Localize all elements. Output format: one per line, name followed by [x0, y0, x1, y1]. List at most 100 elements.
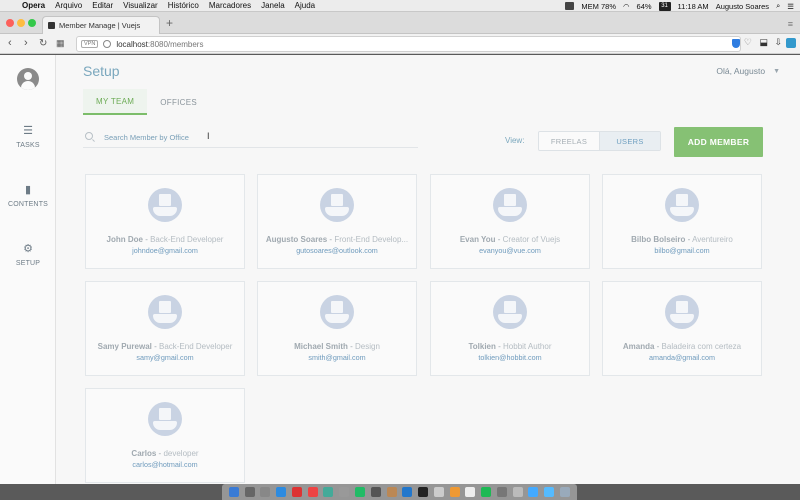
folder-icon[interactable] [544, 487, 555, 497]
battery-percent[interactable]: 64% [637, 2, 652, 11]
mac-menubar: Opera Arquivo Editar Visualizar Históric… [0, 0, 800, 12]
member-card[interactable]: Evan You - Creator of Vuejs evanyou@vue.… [430, 174, 590, 269]
forward-icon[interactable]: › [24, 37, 28, 50]
member-name: Samy Purewal [97, 342, 152, 351]
member-card[interactable]: Samy Purewal - Back-End Developer samy@g… [85, 281, 245, 376]
menu-visualizar[interactable]: Visualizar [123, 1, 158, 10]
member-email[interactable]: amanda@gmail.com [603, 353, 761, 362]
member-role: Hobbit Author [503, 342, 552, 351]
member-email[interactable]: gutosoares@outlook.com [258, 246, 416, 255]
app-icon[interactable] [433, 487, 444, 497]
tab-offices[interactable]: OFFICES [147, 89, 210, 115]
view-option-users[interactable]: USERS [599, 132, 660, 150]
app-icon[interactable] [323, 487, 334, 497]
mem-indicator[interactable]: MEM 78% [581, 2, 616, 11]
sidebar-item-setup[interactable]: ⚙ SETUP [0, 243, 56, 267]
menu-app-name[interactable]: Opera [22, 1, 45, 10]
app-icon[interactable] [370, 487, 381, 497]
view-option-freelas[interactable]: FREELAS [539, 132, 599, 150]
vscode-icon[interactable] [402, 487, 413, 497]
sidebar-item-label: TASKS [16, 142, 40, 149]
minimize-window-button[interactable] [17, 19, 25, 27]
member-card[interactable]: Bilbo Bolseiro - Aventureiro bilbo@gmail… [602, 174, 762, 269]
spotify-icon[interactable] [481, 487, 492, 497]
member-email[interactable]: samy@gmail.com [86, 353, 244, 362]
menu-historico[interactable]: Histórico [168, 1, 199, 10]
speed-dial-icon[interactable]: ▦ [56, 37, 65, 50]
browser-tab[interactable]: Member Manage | Vuejs [42, 16, 160, 34]
new-tab-icon[interactable]: + [166, 16, 173, 30]
section-tabs: MY TEAM OFFICES [83, 89, 210, 115]
address-bar[interactable]: VPN localhost:8080/members [76, 36, 741, 52]
menu-ajuda[interactable]: Ajuda [295, 1, 315, 10]
app-icon[interactable] [465, 487, 476, 497]
menu-editar[interactable]: Editar [92, 1, 113, 10]
menu-janela[interactable]: Janela [261, 1, 285, 10]
launchpad-icon[interactable] [244, 487, 255, 497]
back-icon[interactable]: ‹ [8, 37, 12, 50]
calendar-badge[interactable]: 31 [658, 1, 671, 11]
clock[interactable]: 11:18 AM [678, 2, 709, 11]
notifications-icon[interactable]: ☰ [787, 2, 794, 11]
terminal-icon[interactable] [418, 487, 429, 497]
member-email[interactable]: tolkien@hobbit.com [431, 353, 589, 362]
member-name-line: Augusto Soares - Front-End Develop... [265, 235, 409, 244]
wifi-icon[interactable]: ◠ [623, 2, 630, 11]
heart-icon[interactable]: ♡ [744, 37, 752, 48]
member-email[interactable]: evanyou@vue.com [431, 246, 589, 255]
shield-icon[interactable] [732, 39, 740, 48]
member-email[interactable]: smith@gmail.com [258, 353, 416, 362]
globe-icon [103, 40, 112, 48]
opera-icon[interactable] [291, 487, 302, 497]
menubar-user[interactable]: Augusto Soares [716, 2, 769, 11]
trash-icon[interactable] [559, 487, 570, 497]
search-icon[interactable]: ⌕ [776, 1, 780, 11]
bookmark-icon[interactable]: ⬓ [759, 37, 768, 48]
sidebar-item-label: SETUP [15, 260, 41, 267]
member-card[interactable]: Michael Smith - Design smith@gmail.com [257, 281, 417, 376]
download-icon[interactable]: ⇩ [774, 37, 782, 48]
search-input[interactable] [104, 130, 414, 144]
member-card[interactable]: Augusto Soares - Front-End Develop... gu… [257, 174, 417, 269]
app-icon[interactable] [386, 487, 397, 497]
list-icon: ☰ [23, 125, 33, 137]
app-icon[interactable] [528, 487, 539, 497]
menu-arquivo[interactable]: Arquivo [55, 1, 82, 10]
zoom-window-button[interactable] [28, 19, 36, 27]
reload-icon[interactable]: ↻ [39, 37, 47, 50]
member-email[interactable]: carlos@hotmail.com [86, 460, 244, 469]
user-avatar[interactable] [17, 68, 39, 90]
close-window-button[interactable] [6, 19, 14, 27]
extension-icon[interactable] [786, 38, 796, 48]
member-card[interactable]: Amanda - Baladeira com certeza amanda@gm… [602, 281, 762, 376]
tab-my-team[interactable]: MY TEAM [83, 89, 148, 115]
safari-icon[interactable] [276, 487, 287, 497]
dropbox-icon[interactable] [565, 2, 575, 10]
vpn-badge[interactable]: VPN [81, 40, 99, 48]
user-menu[interactable]: Olá, Augusto ▼ [716, 66, 780, 76]
sidebar-item-contents[interactable]: ▮ CONTENTS [0, 184, 56, 208]
app-icon[interactable] [496, 487, 507, 497]
sidebar-item-tasks[interactable]: ☰ TASKS [0, 125, 56, 149]
settings-icon[interactable] [260, 487, 271, 497]
app-icon[interactable] [512, 487, 523, 497]
member-avatar [493, 188, 527, 222]
member-email[interactable]: bilbo@gmail.com [603, 246, 761, 255]
member-name: Bilbo Bolseiro [631, 235, 686, 244]
tab-menu-icon[interactable]: ≡ [788, 19, 793, 29]
view-label: View: [505, 136, 525, 145]
sidebar-item-label: CONTENTS [7, 201, 49, 208]
app-icon[interactable] [355, 487, 365, 497]
app-icon[interactable] [449, 487, 460, 497]
menu-marcadores[interactable]: Marcadores [209, 1, 251, 10]
app-icon[interactable] [339, 487, 350, 497]
member-card[interactable]: John Doe - Back-End Developer johndoe@gm… [85, 174, 245, 269]
member-card[interactable]: Carlos - developer carlos@hotmail.com [85, 388, 245, 483]
member-card[interactable]: Tolkien - Hobbit Author tolkien@hobbit.c… [430, 281, 590, 376]
url-text[interactable]: localhost:8080/members [116, 40, 203, 49]
finder-icon[interactable] [228, 487, 239, 497]
chrome-icon[interactable] [307, 487, 318, 497]
member-name: John Doe [106, 235, 143, 244]
add-member-button[interactable]: ADD MEMBER [674, 127, 763, 157]
member-email[interactable]: johndoe@gmail.com [86, 246, 244, 255]
